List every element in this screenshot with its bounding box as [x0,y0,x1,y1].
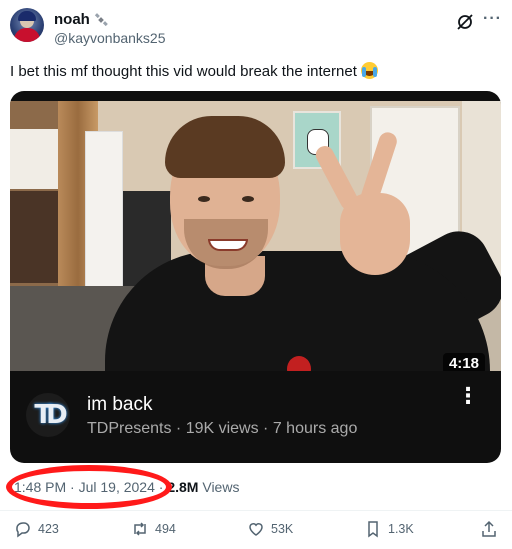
more-icon[interactable]: ··· [483,10,502,28]
bookmark-button[interactable]: 1.3K [364,520,414,538]
divider [0,510,512,511]
bookmark-count: 1.3K [388,522,414,536]
repost-button[interactable]: 494 [131,520,176,538]
video-thumbnail[interactable]: 4:18 [10,101,501,371]
video-meta: TDPresents · 19K views · 7 hours ago [87,420,358,437]
red-annotation-circle [6,465,172,509]
video-more-icon[interactable]: ⋮ [457,385,479,407]
video-duration-badge: 4:18 [442,353,485,371]
tweet-text: I bet this mf thought this vid would bre… [10,62,502,82]
repost-count: 494 [155,522,176,536]
bookmark-icon [368,521,378,538]
tweet-header: noah @kayvonbanks25 ··· [10,8,502,52]
heart-icon [249,523,263,536]
reply-count: 423 [38,522,59,536]
channel-name[interactable]: TDPresents [87,420,171,437]
grok-icon[interactable] [456,13,474,31]
video-title[interactable]: im back [87,394,152,416]
post-views-count: 2.8M [167,479,199,495]
reply-icon [16,522,30,538]
video-views: 19K views [185,420,259,437]
share-button[interactable] [480,520,498,538]
like-count: 53K [271,522,294,536]
crying-emoji-icon [361,62,379,79]
satellite-icon [94,12,108,26]
display-name[interactable]: noah [54,11,90,28]
repost-icon [134,522,146,536]
video-age: 7 hours ago [272,420,358,437]
user-handle[interactable]: @kayvonbanks25 [54,30,166,46]
like-button[interactable]: 53K [247,520,293,538]
video-card[interactable]: 4:18 TD im back TDPresents · 19K views ·… [10,91,501,463]
reply-button[interactable]: 423 [14,520,59,538]
channel-logo-text: TD [34,400,67,430]
name-row: noah [54,11,108,28]
tweet-body: I bet this mf thought this vid would bre… [10,63,357,80]
share-icon [482,520,496,537]
post-views-label: Views [202,479,240,495]
channel-logo[interactable]: TD [26,393,70,437]
avatar[interactable] [10,8,44,42]
action-bar: 423 494 53K 1.3K [14,520,500,542]
